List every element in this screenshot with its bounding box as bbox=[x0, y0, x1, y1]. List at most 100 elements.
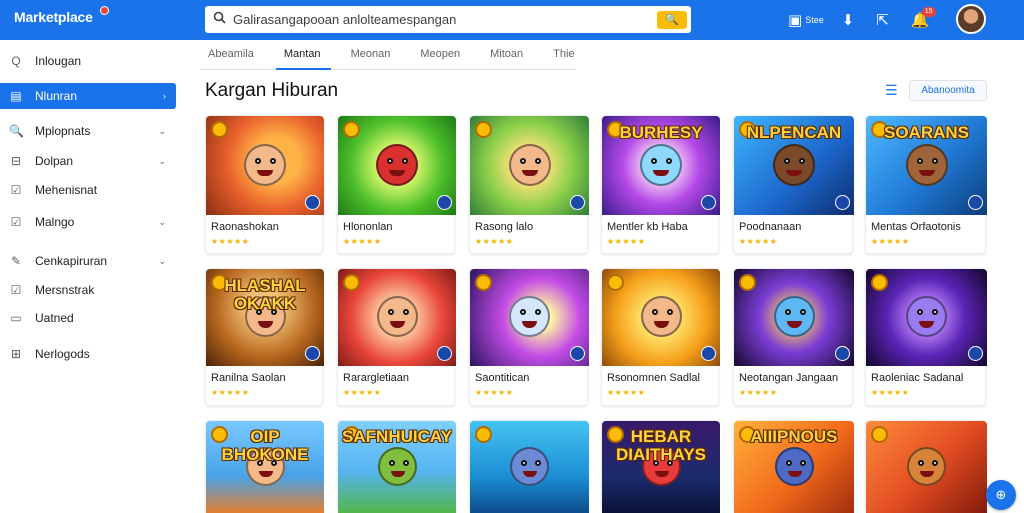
brand-logo[interactable]: Marketplace bbox=[14, 9, 93, 25]
share-icon[interactable]: ⇱ bbox=[876, 11, 889, 29]
game-thumbnail bbox=[470, 421, 589, 513]
platform-badge-icon bbox=[437, 195, 452, 210]
download-icon[interactable]: ⬇ bbox=[842, 11, 855, 29]
sidebar-item-0[interactable]: Q Inlougan bbox=[0, 48, 176, 74]
sidebar-item-7[interactable]: ☑ Mersnstrak bbox=[0, 277, 176, 303]
list-view-icon[interactable]: ☰ bbox=[885, 82, 898, 99]
search-button[interactable]: 🔍 bbox=[657, 10, 687, 29]
sort-button[interactable]: Abanoomita bbox=[909, 80, 987, 101]
game-card[interactable]: Raoleniac Sadanal ★★★★★ bbox=[865, 268, 987, 406]
game-title: Mentler kb Haba bbox=[607, 221, 688, 233]
tab-2[interactable]: Meonan bbox=[343, 44, 401, 70]
character-illustration bbox=[244, 144, 286, 186]
eye-icon bbox=[784, 158, 790, 164]
eye-icon bbox=[917, 158, 923, 164]
game-card[interactable]: Rarargletiaan ★★★★★ bbox=[337, 268, 456, 406]
tab-4[interactable]: Mitoan bbox=[482, 44, 533, 70]
character-illustration bbox=[906, 144, 948, 186]
rating-stars: ★★★★★ bbox=[343, 388, 382, 397]
sidebar-item-5[interactable]: ☑ Malngo ⌄ bbox=[0, 209, 176, 235]
eye-icon bbox=[932, 158, 938, 164]
game-thumbnail: HEBAR DIAITHAYS bbox=[602, 421, 720, 513]
game-title: Poodnanaan bbox=[739, 221, 802, 233]
game-card[interactable] bbox=[865, 420, 987, 513]
game-thumbnail bbox=[470, 116, 589, 215]
game-card[interactable]: Saontitican ★★★★★ bbox=[469, 268, 589, 406]
mouth-shape bbox=[786, 169, 802, 177]
game-card[interactable]: AIIIPNOUS bbox=[733, 420, 854, 513]
game-title: Neotangan Jangaan bbox=[739, 372, 839, 384]
game-card[interactable]: SOARANS Mentas Orfaotonis ★★★★★ bbox=[865, 115, 987, 254]
top-icons: ▣ Stee ⬇ ⇱ 🔔 15 bbox=[788, 7, 936, 33]
search-bar[interactable]: Galirasangapooan anlolteamespangan 🔍 bbox=[205, 6, 691, 33]
game-card[interactable] bbox=[469, 420, 589, 513]
floating-action-button[interactable]: ⊕ bbox=[986, 480, 1016, 510]
character-illustration bbox=[640, 144, 682, 186]
game-thumbnail bbox=[206, 116, 324, 215]
magnifier-icon: 🔍 bbox=[9, 124, 24, 138]
game-card[interactable]: Hlononlan ★★★★★ bbox=[337, 115, 456, 254]
mouth-shape bbox=[919, 470, 934, 477]
game-card[interactable]: BURHESY Mentler kb Haba ★★★★★ bbox=[601, 115, 720, 254]
eye-icon bbox=[389, 460, 395, 466]
sidebar-item-1[interactable]: ▤ Nlunran › bbox=[0, 83, 176, 109]
game-thumbnail bbox=[338, 269, 456, 366]
sidebar-item-4[interactable]: ☑ Mehenisnat bbox=[0, 177, 176, 203]
game-thumbnail bbox=[866, 421, 987, 513]
eye-icon bbox=[535, 460, 541, 466]
game-card[interactable]: Neotangan Jangaan ★★★★★ bbox=[733, 268, 854, 406]
sidebar-item-3[interactable]: ⊟ Dolpan ⌄ bbox=[0, 148, 176, 174]
checkbox-icon: ☑ bbox=[10, 215, 22, 229]
game-thumbnail: AIIIPNOUS bbox=[734, 421, 854, 513]
platform-badge-icon bbox=[701, 195, 716, 210]
game-card[interactable]: SAFNHUICAY bbox=[337, 420, 456, 513]
game-logo-text: HEBAR DIAITHAYS bbox=[615, 427, 707, 464]
platform-badge-icon bbox=[968, 346, 983, 361]
tab-0[interactable]: Abeamila bbox=[200, 44, 264, 70]
eye-icon bbox=[388, 309, 394, 315]
eye-icon bbox=[667, 309, 673, 315]
tab-3[interactable]: Meopen bbox=[412, 44, 470, 70]
game-logo-text: BURHESY bbox=[619, 123, 703, 142]
sidebar-item-2[interactable]: 🔍 Mplopnats ⌄ bbox=[0, 118, 176, 144]
sidebar-item-label: Inlougan bbox=[35, 54, 82, 68]
sidebar-item-8[interactable]: ▭ Uatned bbox=[0, 305, 176, 331]
character-illustration bbox=[907, 447, 946, 486]
game-card[interactable]: Rsonomnen Sadlal ★★★★★ bbox=[601, 268, 720, 406]
rating-stars: ★★★★★ bbox=[607, 388, 646, 397]
game-card[interactable]: NLPENCAN Poodnanaan ★★★★★ bbox=[733, 115, 854, 254]
task-icon: ☑ bbox=[10, 283, 22, 297]
game-card[interactable]: OIP BHOKONE bbox=[205, 420, 324, 513]
avatar[interactable] bbox=[956, 4, 986, 34]
eye-icon bbox=[402, 158, 408, 164]
sidebar-item-9[interactable]: ⊞ Nerlogods bbox=[0, 341, 176, 367]
character-illustration bbox=[377, 296, 418, 337]
sidebar-item-label: Mplopnats bbox=[35, 124, 91, 138]
game-thumbnail bbox=[734, 269, 854, 366]
game-card[interactable]: Raonashokan ★★★★★ bbox=[205, 115, 324, 254]
store-icon[interactable]: ▣ Stee bbox=[788, 11, 824, 29]
document-icon: ▭ bbox=[10, 311, 22, 325]
eye-icon bbox=[785, 309, 791, 315]
eye-icon bbox=[917, 309, 923, 315]
platform-badge-icon bbox=[570, 195, 585, 210]
eye-icon bbox=[535, 158, 541, 164]
game-card[interactable]: HEBAR DIAITHAYS bbox=[601, 420, 720, 513]
game-title: Hlononlan bbox=[343, 221, 393, 233]
eye-icon bbox=[270, 158, 276, 164]
game-thumbnail: NLPENCAN bbox=[734, 116, 854, 215]
mouth-shape bbox=[787, 320, 802, 328]
tab-1[interactable]: Mantan bbox=[275, 44, 331, 70]
game-card[interactable]: HLASHAL OKAKK Ranilna Saolan ★★★★★ bbox=[205, 268, 324, 406]
coin-icon bbox=[607, 274, 624, 291]
search-input[interactable]: Galirasangapooan anlolteamespangan bbox=[233, 12, 657, 27]
search-icon bbox=[205, 11, 233, 29]
notification-icon[interactable]: 🔔 15 bbox=[911, 7, 936, 29]
sidebar-item-6[interactable]: ✎ Cenkapiruran ⌄ bbox=[0, 248, 176, 274]
tab-5[interactable]: Thie bbox=[545, 44, 584, 70]
mouth-shape bbox=[522, 470, 537, 477]
chevron-icon: ⌄ bbox=[158, 255, 166, 266]
sidebar-item-label: Nerlogods bbox=[35, 347, 90, 361]
game-card[interactable]: Rasong lalo ★★★★★ bbox=[469, 115, 589, 254]
sidebar-item-label: Malngo bbox=[35, 215, 75, 229]
